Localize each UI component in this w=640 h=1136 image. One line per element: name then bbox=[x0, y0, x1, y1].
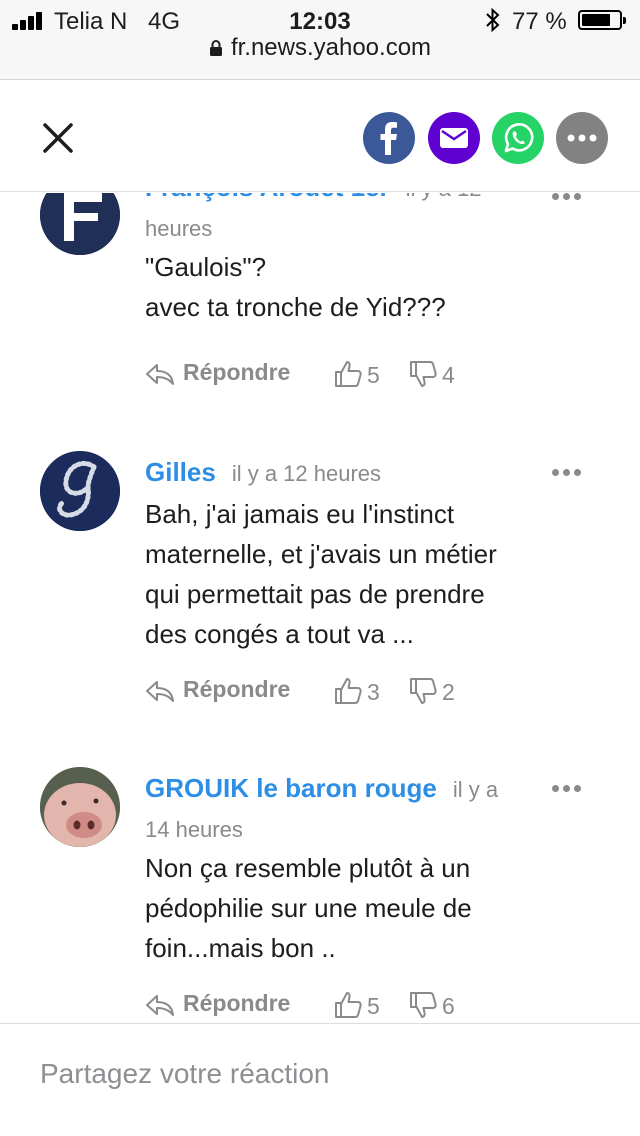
comment-actions: Répondre 5 6 bbox=[145, 986, 475, 1023]
dislike-button[interactable]: 2 bbox=[408, 676, 455, 706]
comment-meta: Gilles il y a 12 heures bbox=[145, 452, 530, 494]
dislike-button[interactable]: 4 bbox=[408, 359, 455, 389]
comment-author[interactable]: GROUIK le baron rouge bbox=[145, 773, 437, 803]
comment-options-button[interactable] bbox=[552, 468, 584, 478]
avatar[interactable] bbox=[40, 451, 120, 531]
reply-icon bbox=[146, 995, 174, 1016]
comment-meta: GROUIK le baron rouge il y a 14 heures bbox=[145, 768, 530, 850]
avatar-image bbox=[40, 451, 120, 531]
like-count: 5 bbox=[367, 362, 380, 388]
comment-time: il y a 12 heures bbox=[231, 461, 382, 486]
comment-line: pédophilie sur une meule de bbox=[145, 893, 472, 923]
avatar[interactable] bbox=[40, 767, 120, 847]
comment-line: Bah, j'ai jamais eu l'instinct bbox=[145, 499, 455, 529]
comment-line: "Gaulois"? bbox=[145, 252, 267, 282]
comment-time-cont: 14 heures bbox=[145, 817, 243, 842]
thumbs-down-icon bbox=[410, 361, 437, 387]
whatsapp-icon bbox=[504, 123, 534, 153]
like-button[interactable]: 3 bbox=[333, 676, 380, 706]
share-header bbox=[0, 80, 640, 192]
more-icon bbox=[567, 134, 597, 142]
reply-icon bbox=[146, 681, 174, 702]
comment-text: Bah, j'ai jamais eu l'instinct maternell… bbox=[145, 494, 565, 654]
reply-icon bbox=[146, 364, 174, 385]
reply-button[interactable]: Répondre bbox=[145, 359, 290, 386]
comment-text: Non ça resemble plutôt à un pédophilie s… bbox=[145, 848, 565, 968]
mail-icon bbox=[440, 128, 468, 148]
thumbs-down-icon bbox=[410, 678, 437, 704]
like-count: 3 bbox=[367, 679, 380, 705]
battery-percent: 77 % bbox=[512, 8, 567, 35]
avatar[interactable] bbox=[40, 193, 120, 255]
comment-author[interactable]: François Arouet 1er bbox=[145, 193, 390, 202]
comment-actions: Répondre 3 2 bbox=[145, 672, 475, 712]
comment-line: qui permettait pas de prendre bbox=[145, 579, 485, 609]
thumbs-up-icon bbox=[335, 992, 362, 1018]
reply-label: Répondre bbox=[183, 990, 291, 1016]
comment-time-cont: heures bbox=[145, 216, 213, 241]
battery-icon bbox=[578, 10, 626, 30]
lock-icon bbox=[209, 40, 222, 56]
facebook-icon bbox=[380, 122, 397, 155]
close-button[interactable] bbox=[36, 116, 80, 160]
comment-line: des congés a tout va ... bbox=[145, 619, 414, 649]
dislike-count: 2 bbox=[442, 679, 455, 705]
thumbs-up-icon bbox=[335, 361, 362, 387]
thumbs-down-icon bbox=[410, 992, 437, 1018]
comment-time: il y a bbox=[452, 777, 499, 802]
reply-label: Répondre bbox=[183, 676, 291, 702]
url-text: fr.news.yahoo.com bbox=[230, 34, 432, 61]
reaction-bar: Partagez votre réaction bbox=[0, 1023, 640, 1136]
comment-time: il y a 12 bbox=[406, 193, 482, 201]
comment-options-button[interactable] bbox=[552, 193, 584, 202]
comment-line: avec ta tronche de Yid??? bbox=[145, 292, 446, 322]
dislike-count: 4 bbox=[442, 362, 455, 388]
avatar-image bbox=[40, 767, 120, 847]
avatar-image bbox=[40, 193, 120, 255]
like-button[interactable]: 5 bbox=[333, 359, 380, 389]
reply-button[interactable]: Répondre bbox=[145, 990, 290, 1017]
dislike-button[interactable]: 6 bbox=[408, 990, 455, 1020]
comment-author[interactable]: Gilles bbox=[145, 457, 216, 487]
dislike-count: 6 bbox=[442, 993, 455, 1019]
bluetooth-icon bbox=[486, 7, 500, 33]
mail-share-button[interactable] bbox=[428, 112, 480, 164]
comment-text: "Gaulois"? avec ta tronche de Yid??? bbox=[145, 247, 565, 327]
comment-line: Non ça resemble plutôt à un bbox=[145, 853, 471, 883]
like-count: 5 bbox=[367, 993, 380, 1019]
reply-button[interactable]: Répondre bbox=[145, 676, 290, 703]
more-share-button[interactable] bbox=[556, 112, 608, 164]
close-icon bbox=[43, 123, 73, 153]
comment-meta: François Arouet 1er il y a 12 heures bbox=[145, 193, 530, 249]
reply-label: Répondre bbox=[183, 359, 291, 385]
comments-feed[interactable]: François Arouet 1er il y a 12 heures "Gau… bbox=[0, 193, 640, 1023]
thumbs-up-icon bbox=[335, 678, 362, 704]
comment-actions: Répondre 5 4 bbox=[145, 355, 475, 395]
comment-line: foin...mais bon .. bbox=[145, 933, 336, 963]
whatsapp-share-button[interactable] bbox=[492, 112, 544, 164]
comment-options-button[interactable] bbox=[552, 784, 584, 794]
reaction-input[interactable]: Partagez votre réaction bbox=[40, 1058, 600, 1098]
facebook-share-button[interactable] bbox=[363, 112, 415, 164]
address-bar[interactable]: fr.news.yahoo.com bbox=[0, 34, 640, 64]
like-button[interactable]: 5 bbox=[333, 990, 380, 1020]
browser-chrome: Telia N 4G 12:03 77 % fr.news.yahoo.com bbox=[0, 0, 640, 80]
comment-line: maternelle, et j'avais un métier bbox=[145, 539, 497, 569]
